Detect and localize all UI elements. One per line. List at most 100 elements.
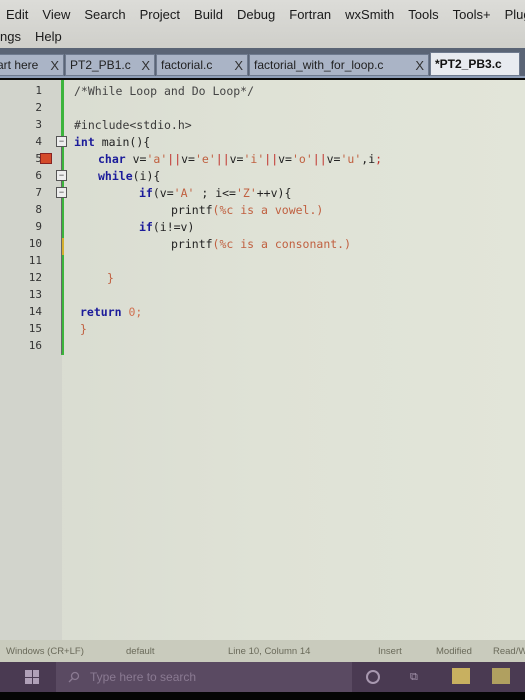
close-icon[interactable]: X bbox=[50, 58, 59, 73]
line-number: 6 bbox=[35, 169, 42, 182]
menu-tools-plus[interactable]: Tools+ bbox=[453, 7, 491, 22]
code-editor[interactable]: 1 2 3 4 5 6 7 8 9 10 11 12 13 14 15 16 −… bbox=[0, 80, 525, 640]
menu-plugins[interactable]: Plugins bbox=[505, 7, 525, 22]
char-literal: 'a' bbox=[146, 152, 168, 166]
menu-view[interactable]: View bbox=[42, 7, 70, 22]
menu-build[interactable]: Build bbox=[194, 7, 223, 22]
fold-toggle-icon[interactable]: − bbox=[56, 136, 67, 147]
tab-label: PT2_PB1.c bbox=[70, 58, 131, 72]
taskbar-search-box[interactable]: Type here to search bbox=[56, 662, 352, 692]
menu-row-primary: Edit View Search Project Build Debug For… bbox=[0, 0, 525, 24]
status-insert-mode: Insert bbox=[378, 645, 402, 657]
code-line-7: if(v='A' ; i<='Z'++v){ bbox=[139, 186, 291, 200]
tab-factorial[interactable]: factorial.c X bbox=[156, 54, 248, 76]
line-number: 14 bbox=[28, 305, 42, 318]
code-line-14: return 0; bbox=[80, 305, 142, 319]
menu-wxsmith[interactable]: wxSmith bbox=[345, 7, 394, 22]
status-cursor-position: Line 10, Column 14 bbox=[228, 645, 311, 657]
status-bar: Windows (CR+LF) default Line 10, Column … bbox=[0, 640, 525, 662]
code-text: main(){ bbox=[94, 135, 151, 149]
keyword: char bbox=[98, 152, 126, 166]
code-text: (%c is a vowel.) bbox=[212, 203, 324, 217]
operator: ; bbox=[375, 152, 383, 166]
cortana-icon[interactable] bbox=[366, 670, 380, 684]
close-icon[interactable]: X bbox=[234, 58, 243, 73]
line-number: 10 bbox=[28, 237, 42, 250]
windows-start-icon[interactable] bbox=[25, 670, 39, 684]
menu-fortran[interactable]: Fortran bbox=[289, 7, 331, 22]
line-number: 3 bbox=[35, 118, 42, 131]
status-line-endings: Windows (CR+LF) bbox=[6, 645, 84, 657]
store-icon[interactable] bbox=[492, 668, 510, 684]
keyword: int bbox=[74, 135, 95, 149]
operator: || bbox=[167, 152, 182, 166]
line-number: 16 bbox=[28, 339, 42, 352]
line-number: 2 bbox=[35, 101, 42, 114]
tab-label: art here bbox=[0, 58, 39, 72]
line-number: 12 bbox=[28, 271, 42, 284]
line-number: 7 bbox=[35, 186, 42, 199]
tab-label: factorial_with_for_loop.c bbox=[254, 58, 384, 72]
menu-project[interactable]: Project bbox=[140, 7, 180, 22]
function-name: printf bbox=[171, 237, 213, 251]
code-text: ++v){ bbox=[256, 186, 292, 200]
status-access: Read/W bbox=[493, 645, 525, 657]
line-number: 11 bbox=[28, 254, 42, 267]
fold-toggle-icon[interactable]: − bbox=[56, 187, 67, 198]
breakpoint-marker[interactable] bbox=[40, 153, 52, 164]
code-line-10: printf(%c is a consonant.) bbox=[171, 237, 351, 251]
char-literal: 'u' bbox=[340, 152, 362, 166]
code-line-3: #include<stdio.h> bbox=[74, 118, 192, 132]
menu-settings[interactable]: ngs bbox=[0, 29, 21, 44]
fold-toggle-icon[interactable]: − bbox=[56, 170, 67, 181]
editor-tab-bar: art here X PT2_PB1.c X factorial.c X fac… bbox=[0, 48, 525, 78]
code-text: (i){ bbox=[132, 169, 161, 183]
tab-pt2-pb3-active[interactable]: *PT2_PB3.c bbox=[430, 52, 520, 76]
close-icon[interactable]: X bbox=[141, 58, 150, 73]
line-number: 8 bbox=[35, 203, 42, 216]
code-text: ,i bbox=[361, 152, 376, 166]
char-literal: 'Z' bbox=[235, 186, 257, 200]
menu-help[interactable]: Help bbox=[35, 29, 62, 44]
char-literal: 'A' bbox=[173, 186, 195, 200]
code-line-9: if(i!=v) bbox=[139, 220, 194, 234]
menu-search[interactable]: Search bbox=[84, 7, 125, 22]
menu-debug[interactable]: Debug bbox=[237, 7, 275, 22]
menu-bar: Edit View Search Project Build Debug For… bbox=[0, 0, 525, 48]
code-line-1: /*While Loop and Do Loop*/ bbox=[74, 84, 255, 98]
code-content[interactable]: /*While Loop and Do Loop*/ #include<stdi… bbox=[74, 80, 382, 336]
function-name: printf bbox=[171, 203, 213, 217]
line-number: 5 bbox=[35, 152, 42, 165]
status-modified: Modified bbox=[436, 645, 472, 657]
tab-pt2-pb1[interactable]: PT2_PB1.c X bbox=[65, 54, 155, 76]
code-line-12: } bbox=[107, 271, 114, 285]
menu-row-secondary: ngs Help bbox=[0, 24, 525, 48]
menu-tools[interactable]: Tools bbox=[408, 7, 438, 22]
status-encoding: default bbox=[126, 645, 155, 657]
line-number: 9 bbox=[35, 220, 42, 233]
char-literal: 'i' bbox=[243, 152, 265, 166]
task-view-icon[interactable]: ⧉ bbox=[410, 671, 424, 683]
line-number: 4 bbox=[35, 135, 42, 148]
screen-bezel bbox=[0, 692, 525, 700]
code-line-15: } bbox=[80, 322, 87, 336]
line-number: 15 bbox=[28, 322, 42, 335]
windows-taskbar: Type here to search ⧉ bbox=[0, 662, 525, 692]
code-text: ; i<= bbox=[194, 186, 236, 200]
tab-label: *PT2_PB3.c bbox=[435, 57, 502, 71]
keyword: if bbox=[139, 186, 153, 200]
line-number-gutter: 1 2 3 4 5 6 7 8 9 10 11 12 13 14 15 16 bbox=[0, 80, 62, 640]
code-line-5: char v='a'||v='e'||v='i'||v='o'||v='u',i… bbox=[98, 152, 382, 166]
close-icon[interactable]: X bbox=[415, 58, 424, 73]
code-line-8: printf(%c is a vowel.) bbox=[171, 203, 323, 217]
tab-factorial-with-for-loop[interactable]: factorial_with_for_loop.c X bbox=[249, 54, 429, 76]
line-number: 13 bbox=[28, 288, 42, 301]
menu-edit[interactable]: Edit bbox=[6, 7, 28, 22]
tab-start-here[interactable]: art here X bbox=[0, 54, 64, 76]
operator: || bbox=[215, 152, 230, 166]
code-text: v= bbox=[125, 152, 147, 166]
keyword: if bbox=[139, 220, 153, 234]
file-explorer-icon[interactable] bbox=[452, 668, 470, 684]
tab-label: factorial.c bbox=[161, 58, 213, 72]
search-icon bbox=[68, 671, 80, 683]
